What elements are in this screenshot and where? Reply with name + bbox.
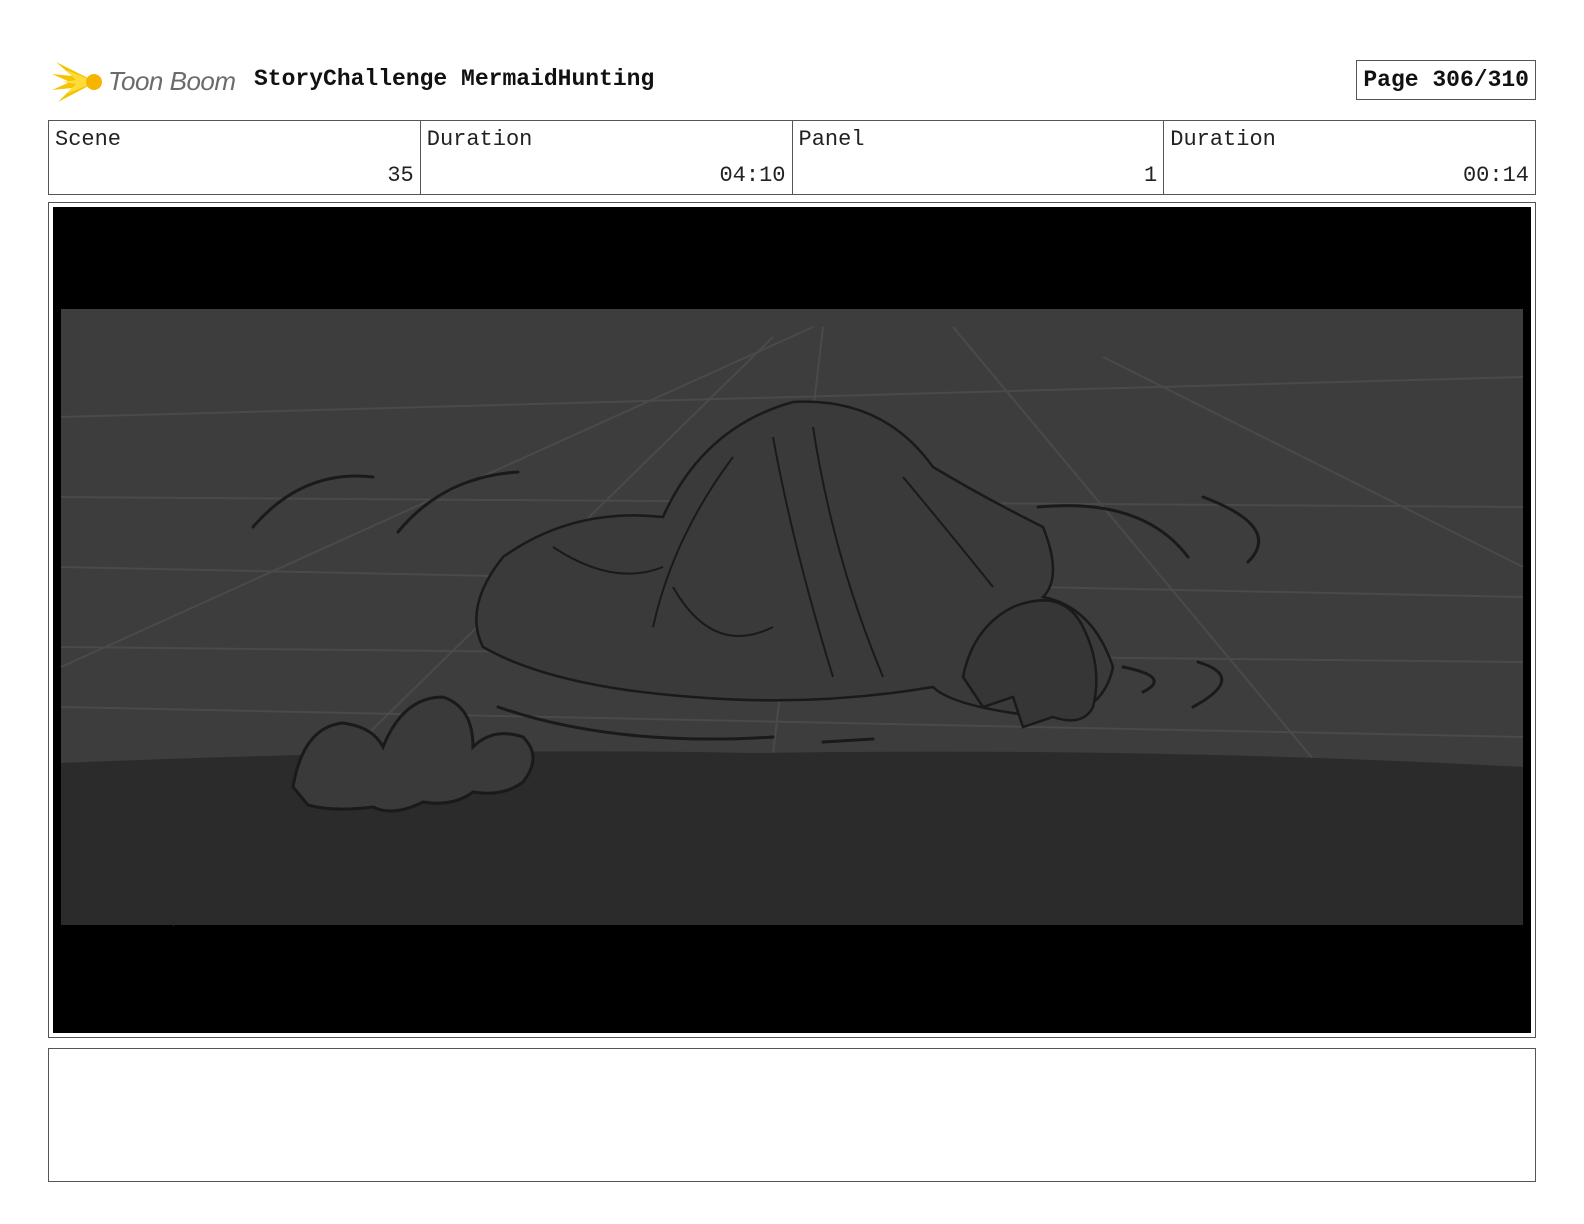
- panel-duration-label: Duration: [1170, 127, 1276, 152]
- toon-boom-star-icon: [52, 62, 102, 102]
- logo-text: Toon Boom: [108, 66, 236, 96]
- panel-duration-cell: Duration 00:14: [1164, 121, 1535, 194]
- scene-duration-cell: Duration 04:10: [421, 121, 793, 194]
- storyboard-header: Toon Boom StoryChallenge MermaidHunting …: [48, 52, 1536, 108]
- sketch-floor: [61, 751, 1523, 925]
- scene-cell: Scene 35: [49, 121, 421, 194]
- panel-label: Panel: [798, 127, 865, 152]
- toon-boom-logo: Toon Boom: [52, 56, 242, 106]
- scene-value: 35: [387, 163, 414, 188]
- storyboard-panel-frame: [48, 202, 1536, 1038]
- sketch-drawing: [60, 309, 1524, 926]
- panel-image: [53, 207, 1531, 1033]
- scene-duration-value: 04:10: [719, 163, 786, 188]
- panel-duration-value: 00:14: [1462, 163, 1529, 188]
- scene-label: Scene: [55, 127, 122, 152]
- panel-info-row: Scene 35 Duration 04:10 Panel 1 Duration…: [48, 120, 1536, 195]
- panel-value: 1: [1144, 163, 1158, 188]
- page-number: Page 306/310: [1356, 60, 1536, 100]
- project-title: StoryChallenge MermaidHunting: [254, 66, 655, 92]
- panel-notes: [48, 1048, 1536, 1182]
- scene-duration-label: Duration: [426, 127, 533, 152]
- panel-cell: Panel 1: [793, 121, 1165, 194]
